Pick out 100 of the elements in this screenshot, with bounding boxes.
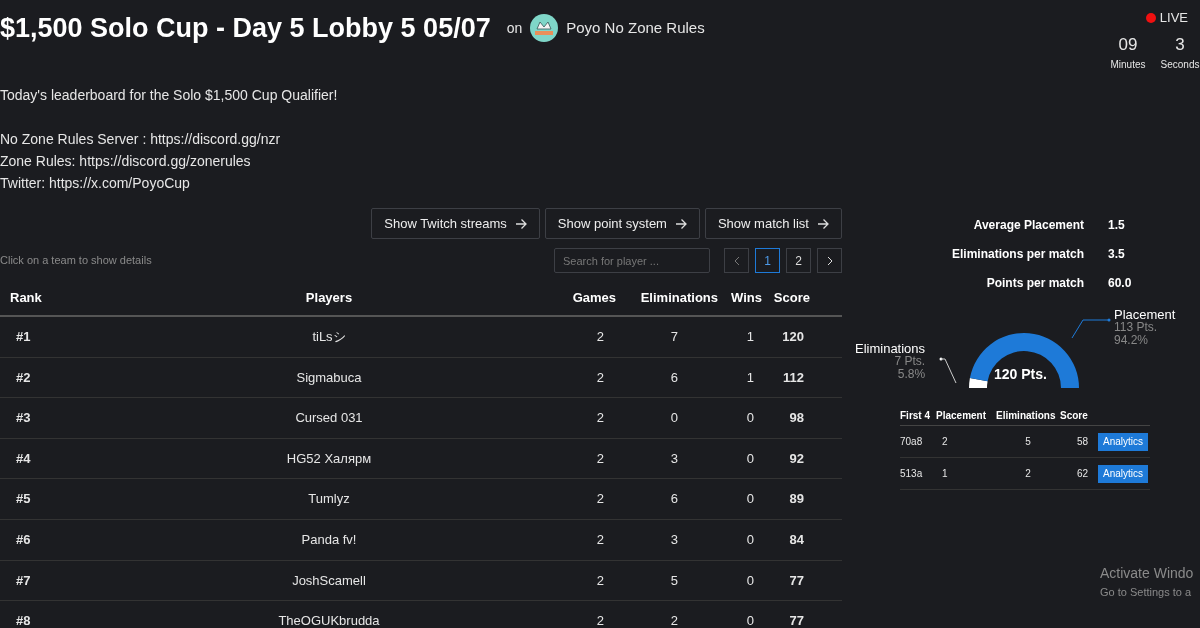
live-label: LIVE: [1159, 9, 1188, 27]
segment-share: 5.8%: [897, 368, 926, 381]
column-header: Rank: [9, 289, 43, 308]
table-cell-text: #7: [15, 571, 32, 590]
stat-value: 3.5: [1107, 246, 1126, 263]
table-cell-text: 2: [595, 531, 605, 549]
page-button[interactable]: 1: [755, 248, 780, 273]
column-header: Eliminations: [639, 289, 719, 308]
table-cell-text: 5: [1024, 435, 1032, 449]
table-cell-text: 2: [595, 490, 605, 509]
table-cell-text: 77: [788, 612, 805, 628]
table-cell-text: 0: [745, 612, 755, 628]
table-cell-text: 0: [745, 571, 755, 590]
countdown-unit: Seconds: [1160, 58, 1200, 72]
column-header: Players: [304, 289, 354, 308]
table-cell-text: Sigmabuca: [295, 368, 363, 387]
table-cell-text: 77: [788, 571, 805, 590]
table-cell-text: 0: [745, 449, 755, 468]
leader-line: [939, 357, 959, 385]
description-text: Today's leaderboard for the Solo $1,500 Cup Qualifier!: [0, 86, 339, 105]
next-page-button[interactable]: [817, 248, 842, 273]
column-header: Eliminations: [996, 409, 1057, 423]
table-cell-text: tiLsシ: [311, 328, 347, 347]
column-header: Score: [1060, 409, 1089, 423]
table-cell-text: 98: [788, 409, 805, 428]
activation-text: Go to Settings to a: [1100, 585, 1193, 600]
table-cell-text: 2: [941, 435, 949, 449]
page-title: $1,500 Solo Cup - Day 5 Lobby 5 05/07: [0, 12, 491, 45]
segment-points: 113 Pts.: [1114, 321, 1159, 334]
table-cell-text: #8: [15, 612, 32, 628]
table-cell-text: 70a8: [900, 435, 924, 449]
table-cell-text: 0: [745, 490, 755, 509]
table-cell-text: 5: [669, 571, 679, 590]
table-cell-text: 0: [669, 409, 679, 428]
table-cell-text: TheOGUKbrudda: [277, 612, 381, 628]
table-cell-text: 2: [669, 612, 679, 628]
table-cell-text: Panda fv!: [300, 531, 358, 549]
table-cell-text: 513a: [900, 467, 924, 481]
arrow-right-icon: [674, 217, 687, 230]
table-cell-text: #6: [15, 531, 32, 549]
column-header: Wins: [730, 289, 763, 308]
segment-share: 94.2%: [1114, 334, 1150, 347]
countdown-value: 3: [1175, 33, 1185, 56]
table-cell-text: 62: [1075, 467, 1089, 481]
column-header: Games: [571, 289, 617, 308]
segment-name: Placement: [1114, 308, 1176, 321]
table-cell-text: 92: [788, 449, 805, 468]
table-cell-text: #5: [15, 490, 32, 509]
stat-value: 1.5: [1107, 217, 1126, 234]
table-cell-text: 3: [669, 531, 679, 549]
action-button[interactable]: Show match list: [704, 208, 842, 239]
table-cell-text: #1: [15, 328, 32, 347]
table-cell-text: 6: [669, 368, 679, 387]
countdown-unit: Minutes: [1110, 58, 1146, 72]
table-cell-text: 58: [1075, 435, 1089, 449]
analytics-button[interactable]: Analytics: [1098, 464, 1148, 483]
analytics-button[interactable]: Analytics: [1098, 432, 1148, 451]
table-cell-text: 2: [595, 328, 605, 347]
countdown-value: 09: [1118, 33, 1138, 56]
table-cell-text: Cursed 031: [294, 409, 364, 428]
action-button[interactable]: Show point system: [544, 208, 700, 239]
chevron-right-icon: [825, 255, 834, 266]
leader-line: [1071, 316, 1113, 340]
stat-label: Average Placement: [972, 217, 1085, 234]
organizer-name[interactable]: Poyo No Zone Rules: [566, 17, 705, 40]
table-cell-text: Tumlyz: [307, 490, 351, 509]
table-cell-text: 1: [745, 328, 755, 347]
on-label: on: [506, 18, 523, 38]
table-cell-text: 84: [788, 531, 805, 549]
table-cell-text: 7: [669, 328, 679, 347]
table-cell-text: #3: [15, 409, 32, 428]
table-cell-text: 89: [788, 490, 805, 509]
segment-points: 7 Pts.: [894, 355, 926, 368]
activation-title: Activate Windo: [1100, 564, 1194, 583]
table-cell-text: 1: [745, 368, 755, 387]
table-cell-text: #2: [15, 368, 32, 387]
description-text: Twitter: https://x.com/PoyoCup: [0, 174, 191, 193]
column-header: Placement: [936, 409, 988, 423]
stat-label: Eliminations per match: [950, 246, 1085, 263]
table-cell-text: 2: [595, 368, 605, 387]
live-dot-icon: [1145, 12, 1156, 23]
search-field[interactable]: Search for player ...: [554, 248, 710, 273]
description-text: Zone Rules: https://discord.gg/zonerules: [0, 152, 252, 171]
table-cell-text: 3: [669, 449, 679, 468]
table-cell-text: 112: [782, 368, 805, 387]
table-cell-text: 2: [595, 571, 605, 590]
table-cell-text: 1: [941, 467, 949, 481]
description-text: No Zone Rules Server : https://discord.gg/nzr: [0, 130, 282, 149]
previous-page-button[interactable]: [724, 248, 749, 273]
page-button[interactable]: 2: [786, 248, 811, 273]
organizer-logo: [530, 14, 559, 43]
action-button[interactable]: Show Twitch streams: [371, 208, 540, 239]
table-cell-text: 2: [595, 409, 605, 428]
table-cell-text: 6: [669, 490, 679, 509]
table-cell-text: 120: [781, 328, 805, 347]
column-header: First 4: [900, 409, 931, 423]
hint-text: Click on a team to show details: [0, 253, 152, 269]
segment-name: Eliminations: [855, 342, 926, 355]
arrow-right-icon: [514, 217, 527, 230]
table-cell-text: JoshScamell: [291, 571, 367, 590]
